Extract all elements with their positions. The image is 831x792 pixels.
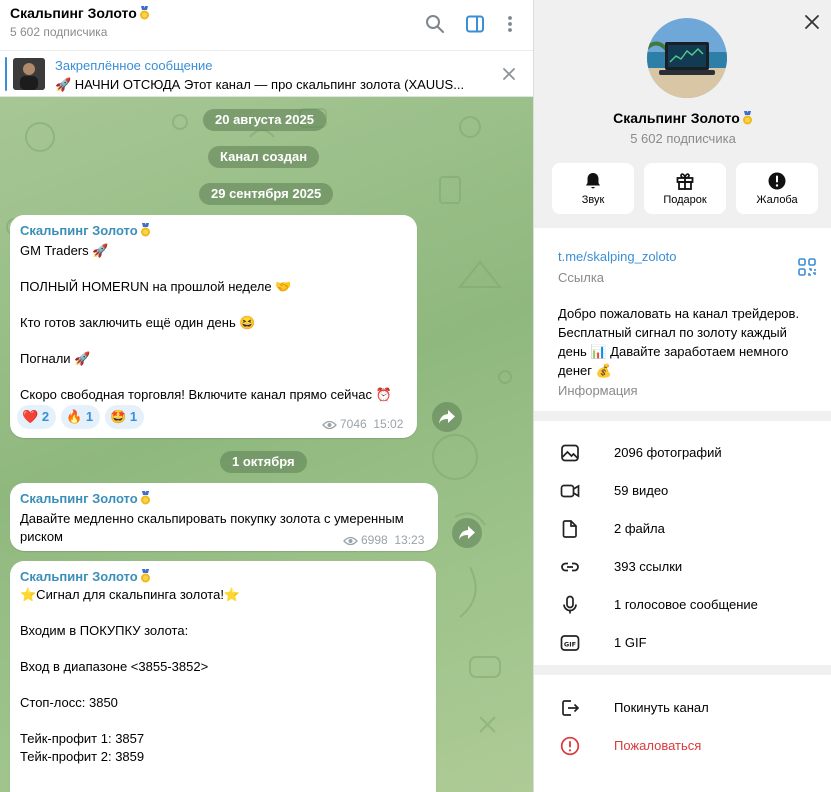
date-separator: 20 августа 2025 (203, 109, 326, 131)
gold-medal-icon (140, 223, 150, 237)
pinned-indicator (5, 57, 7, 91)
photo-icon (561, 444, 579, 462)
qr-code-icon[interactable] (798, 258, 816, 276)
star-eyes-emoji: 🤩 (110, 410, 127, 425)
message-text: Стоп-лосс: 3850 (20, 695, 118, 710)
media-voice-row[interactable]: 1 голосовое сообщение (534, 586, 831, 624)
message-text: Тейк-профит 2: 3859 (20, 749, 145, 764)
share-icon (439, 410, 455, 424)
sidebar-toggle-icon[interactable] (463, 12, 487, 36)
message-text: GM Traders 🚀 (20, 243, 109, 258)
link-icon (561, 562, 579, 572)
message-time: 15:02 (373, 417, 404, 431)
message-text: Скоро свободная торговля! Включите канал… (20, 387, 392, 402)
view-count: 7046 (340, 417, 367, 431)
channel-avatar[interactable] (647, 18, 727, 98)
profile-info-section: t.me/skalping_zoloto Ссылка Добро пожало… (534, 228, 831, 411)
close-icon[interactable] (500, 65, 518, 83)
gold-medal-icon (140, 569, 150, 583)
message-author[interactable]: Скальпинг Золото (20, 491, 151, 506)
pinned-text: 🚀 НАЧНИ ОТСЮДА Этот канал — про скальпин… (55, 77, 465, 92)
svg-text:GIF: GIF (564, 640, 576, 648)
chat-area: Скальпинг Золото 5 602 подписчика Закреп… (0, 0, 533, 792)
profile-name: Скальпинг Золото (534, 110, 831, 126)
message-author[interactable]: Скальпинг Золото (20, 569, 151, 584)
view-count: 6998 (361, 533, 388, 547)
eye-icon (322, 420, 337, 430)
message-text: Давайте медленно скальпировать покупку з… (20, 511, 404, 526)
channel-info-panel: Скальпинг Золото 5 602 подписчика Звук П… (533, 0, 831, 792)
date-separator: 1 октября (220, 451, 307, 473)
date-separator: 29 сентября 2025 (199, 183, 334, 205)
video-icon (560, 484, 580, 498)
message-bubble[interactable]: Скальпинг Золото Давайте медленно скальп… (10, 483, 438, 551)
reaction-star-eyes[interactable]: 🤩 1 (105, 405, 145, 429)
gif-icon: GIF (560, 635, 580, 651)
sound-button[interactable]: Звук (552, 163, 634, 214)
message-text: риском (20, 529, 63, 544)
gold-medal-icon (742, 111, 752, 125)
message-meta: 6998 13:23 (343, 533, 424, 547)
chat-wallpaper: 20 августа 2025 Канал создан 29 сентября… (0, 97, 533, 792)
search-icon[interactable] (423, 12, 447, 36)
share-icon (459, 526, 475, 540)
report-icon (768, 172, 786, 190)
reaction-heart[interactable]: ❤️ 2 (17, 405, 57, 429)
close-icon[interactable] (802, 12, 822, 32)
heart-emoji: ❤️ (22, 410, 39, 425)
pinned-title: Закреплённое сообщение (55, 58, 213, 73)
forward-button[interactable] (452, 518, 482, 548)
pinned-thumbnail (13, 58, 45, 90)
message-bubble[interactable]: Скальпинг Золото ⭐Сигнал для скальпинга … (10, 561, 436, 792)
message-text: Кто готов заключить ещё один день 😆 (20, 315, 256, 330)
media-gif-row[interactable]: GIF 1 GIF (534, 624, 831, 662)
bell-icon (586, 173, 600, 189)
media-files-row[interactable]: 2 файла (534, 510, 831, 548)
more-vertical-icon[interactable] (498, 12, 522, 36)
chat-subscriber-count: 5 602 подписчика (10, 25, 108, 39)
message-text: Погнали 🚀 (20, 351, 91, 366)
chat-title[interactable]: Скальпинг Золото (10, 5, 150, 21)
message-time: 13:23 (394, 533, 425, 547)
gift-button[interactable]: Подарок (644, 163, 726, 214)
message-text: Входим в ПОКУПКУ золота: (20, 623, 189, 638)
forward-button[interactable] (432, 402, 462, 432)
channel-description: Добро пожаловать на канал трейдеров. Бес… (558, 306, 800, 378)
gift-icon (676, 173, 694, 190)
reaction-fire[interactable]: 🔥 1 (61, 405, 101, 429)
profile-subscriber-count: 5 602 подписчика (630, 131, 736, 146)
info-label: Информация (558, 383, 638, 398)
channel-actions: Покинуть канал Пожаловаться (534, 675, 831, 792)
report-icon (560, 736, 580, 756)
media-photos-row[interactable]: 2096 фотографий (534, 434, 831, 472)
report-channel-row[interactable]: Пожаловаться (534, 727, 831, 765)
leave-channel-row[interactable]: Покинуть канал (534, 689, 831, 727)
eye-icon (343, 536, 358, 546)
message-text: ⭐Сигнал для скальпинга золота!⭐ (20, 587, 241, 602)
message-bubble[interactable]: Скальпинг Золото GM Traders 🚀 ПОЛНЫЙ HOM… (10, 215, 417, 438)
profile-card: Скальпинг Золото 5 602 подписчика Звук П… (534, 0, 831, 228)
message-text: Вход в диапазоне <3855-3852> (20, 659, 209, 674)
file-icon (562, 520, 577, 538)
microphone-icon (563, 595, 577, 614)
pinned-message-bar[interactable]: Закреплённое сообщение 🚀 НАЧНИ ОТСЮДА Эт… (0, 50, 533, 97)
leave-icon (562, 700, 580, 716)
media-videos-row[interactable]: 59 видео (534, 472, 831, 510)
gold-medal-icon (139, 6, 149, 20)
gold-medal-icon (140, 491, 150, 505)
message-meta: 7046 15:02 (322, 417, 403, 431)
channel-link[interactable]: t.me/skalping_zoloto (558, 249, 677, 264)
media-links-row[interactable]: 393 ссылки (534, 548, 831, 586)
chat-header[interactable]: Скальпинг Золото 5 602 подписчика (0, 0, 533, 50)
shared-media-list: 2096 фотографий 59 видео 2 файла 393 ссы… (534, 421, 831, 665)
message-text: ПОЛНЫЙ HOMERUN на прошлой неделе 🤝 (20, 279, 292, 294)
report-button[interactable]: Жалоба (736, 163, 818, 214)
fire-emoji: 🔥 (66, 410, 83, 425)
message-author[interactable]: Скальпинг Золото (20, 223, 151, 238)
message-text: Тейк-профит 1: 3857 (20, 731, 145, 746)
link-label: Ссылка (558, 270, 605, 285)
date-separator: Канал создан (208, 146, 320, 168)
